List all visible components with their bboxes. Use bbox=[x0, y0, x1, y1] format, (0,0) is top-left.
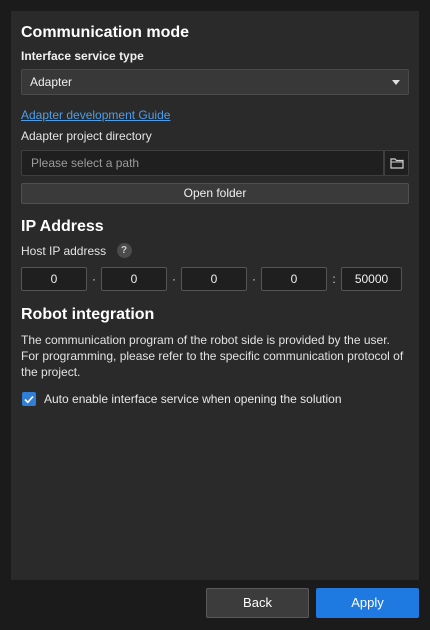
browse-folder-button[interactable] bbox=[384, 150, 409, 176]
apply-button[interactable]: Apply bbox=[316, 588, 419, 618]
ip-octet-4[interactable]: 0 bbox=[261, 267, 327, 291]
ip-dot-separator: · bbox=[92, 272, 96, 286]
adapter-path-input[interactable] bbox=[21, 150, 384, 176]
auto-enable-row: Auto enable interface service when openi… bbox=[21, 392, 409, 406]
robot-integration-description: The communication program of the robot s… bbox=[21, 333, 404, 379]
host-ip-label-row: Host IP address ? bbox=[21, 242, 409, 260]
open-folder-button[interactable]: Open folder bbox=[21, 183, 409, 204]
interface-service-type-select[interactable]: Adapter bbox=[21, 69, 409, 95]
settings-panel: Communication mode Interface service typ… bbox=[11, 11, 419, 580]
port-input[interactable]: 50000 bbox=[341, 267, 402, 291]
ip-octet-2[interactable]: 0 bbox=[101, 267, 167, 291]
check-icon bbox=[24, 395, 34, 403]
communication-mode-title: Communication mode bbox=[21, 24, 190, 41]
adapter-directory-label: Adapter project directory bbox=[21, 129, 152, 143]
ip-dot-separator: · bbox=[252, 272, 256, 286]
ip-address-title: IP Address bbox=[21, 218, 104, 235]
robot-integration-title: Robot integration bbox=[21, 306, 155, 323]
auto-enable-label: Auto enable interface service when openi… bbox=[44, 392, 342, 406]
chevron-down-icon bbox=[392, 80, 400, 85]
path-row bbox=[21, 150, 409, 176]
adapter-guide-link[interactable]: Adapter development Guide bbox=[21, 107, 409, 123]
port-colon-separator: : bbox=[332, 272, 336, 286]
interface-service-type-label: Interface service type bbox=[21, 49, 144, 63]
help-icon[interactable]: ? bbox=[116, 243, 132, 259]
back-button[interactable]: Back bbox=[206, 588, 309, 618]
auto-enable-checkbox[interactable] bbox=[22, 392, 36, 406]
ip-octet-3[interactable]: 0 bbox=[181, 267, 247, 291]
folder-icon bbox=[389, 158, 404, 169]
interface-service-type-value: Adapter bbox=[30, 75, 73, 89]
host-ip-label: Host IP address bbox=[21, 244, 107, 258]
ip-octet-1[interactable]: 0 bbox=[21, 267, 87, 291]
ip-address-row: 0 · 0 · 0 · 0 : 50000 bbox=[21, 267, 409, 291]
ip-dot-separator: · bbox=[172, 272, 176, 286]
